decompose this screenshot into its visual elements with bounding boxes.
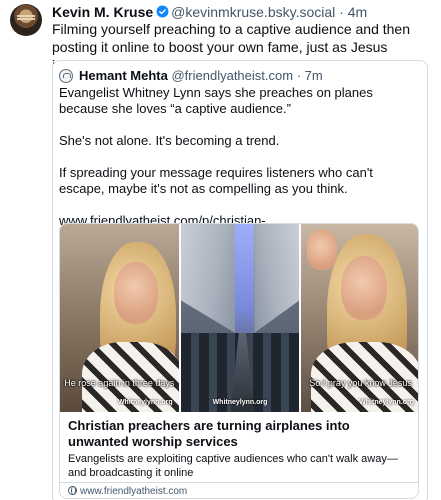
- quote-author-handle[interactable]: @friendlyatheist.com: [171, 68, 293, 83]
- quoted-post[interactable]: Hemant Mehta @friendlyatheist.com · 7m E…: [52, 60, 428, 500]
- post-timestamp[interactable]: 4m: [348, 4, 367, 20]
- link-card-domain-text: www.friendlyatheist.com: [80, 486, 188, 497]
- post-header: Kevin M. Kruse @kevinmkruse.bsky.social ·…: [52, 4, 367, 20]
- link-card-domain[interactable]: www.friendlyatheist.com: [68, 486, 187, 498]
- post: Kevin M. Kruse @kevinmkruse.bsky.social ·…: [0, 0, 441, 500]
- thumbnail-watermark: Whitneylynn.org: [359, 399, 415, 406]
- quote-timestamp[interactable]: 7m: [305, 68, 323, 83]
- author-avatar[interactable]: [10, 4, 42, 36]
- link-card-description: Evangelists are exploiting captive audie…: [68, 453, 398, 479]
- quote-header-separator: ·: [296, 68, 302, 83]
- thumbnail-watermark: Whitneylynn.org: [212, 399, 268, 406]
- link-card-title[interactable]: Christian preachers are turning airplane…: [68, 418, 414, 450]
- header-separator: ·: [339, 4, 344, 20]
- link-card-thumbnails: He rose again in three days Whitneylynn.…: [60, 224, 418, 412]
- thumbnail-preacher-left: He rose again in three days Whitneylynn.…: [60, 224, 179, 412]
- thumbnail-preacher-right: So I pray you know Jesus Whitneylynn.org: [301, 224, 418, 412]
- link-card[interactable]: He rose again in three days Whitneylynn.…: [59, 223, 419, 499]
- thumbnail-airplane-cabin: Whitneylynn.org: [180, 224, 300, 412]
- thumbnail-watermark: Whitneylynn.org: [117, 399, 173, 406]
- author-name[interactable]: Kevin M. Kruse: [52, 4, 153, 20]
- quote-author-name[interactable]: Hemant Mehta: [79, 68, 168, 83]
- verified-check-icon: [156, 5, 169, 18]
- quote-author-avatar[interactable]: [59, 69, 73, 83]
- quote-header: Hemant Mehta @friendlyatheist.com · 7m: [79, 68, 323, 84]
- quote-paragraph: Evangelist Whitney Lynn says she preache…: [59, 85, 373, 116]
- quote-paragraph: She's not alone. It's becoming a trend.: [59, 133, 280, 148]
- globe-icon: [68, 486, 77, 495]
- author-handle[interactable]: @kevinmkruse.bsky.social: [171, 4, 335, 20]
- thumbnail-caption: So I pray you know Jesus: [309, 378, 412, 388]
- thumbnail-caption: He rose again in three days: [64, 378, 175, 388]
- quote-paragraph: If spreading your message requires liste…: [59, 165, 373, 196]
- quote-text: Evangelist Whitney Lynn says she preache…: [59, 85, 421, 229]
- link-card-divider: [60, 482, 418, 483]
